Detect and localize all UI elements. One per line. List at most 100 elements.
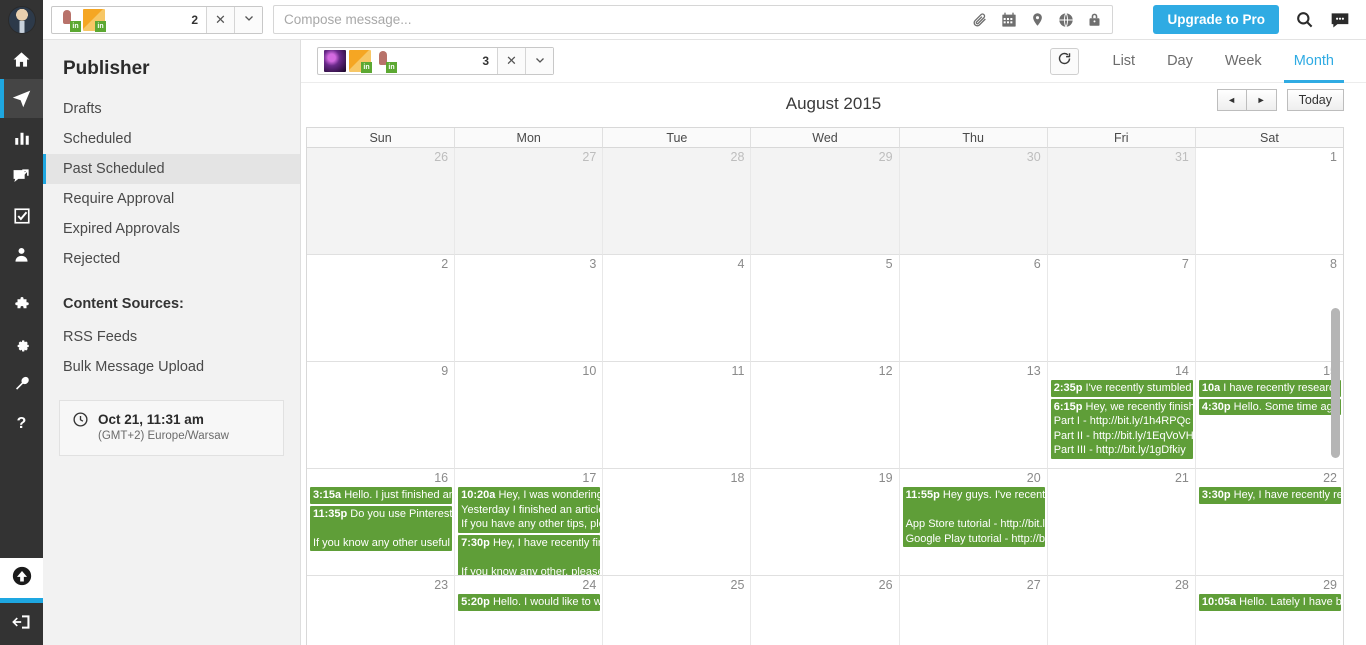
calendar-day-cell[interactable]: 27 xyxy=(899,576,1048,645)
calendar-event[interactable]: 5:20p Hello. I would like to wri xyxy=(458,594,601,611)
calendar-event[interactable]: 6:15p Hey, we recently finishe Part I - … xyxy=(1050,398,1193,459)
calendar-day-cell[interactable]: 16 3:15a Hello. I just finished an a 11:35… xyxy=(307,469,456,576)
calendar-day-cell[interactable]: 1510a I have recently researched4:30p He… xyxy=(1195,362,1343,469)
calendar-day-cell[interactable]: 1 xyxy=(1195,148,1343,255)
calendar-day-cell[interactable]: 7 xyxy=(1047,255,1196,362)
rail-item-analytics[interactable] xyxy=(0,118,43,157)
compose-input[interactable] xyxy=(274,12,972,27)
calendar-day-cell[interactable]: 5 xyxy=(751,255,900,362)
attachment-icon[interactable] xyxy=(972,12,988,28)
calendar-day-cell[interactable]: 29 xyxy=(751,148,900,255)
topbar-profile-clear-button[interactable]: ✕ xyxy=(206,6,234,33)
calendar-event[interactable]: 10:20a Hey, I was wondering. Yesterday I… xyxy=(458,487,601,533)
calendar-day-cell[interactable]: 17 10:20a Hey, I was wondering. Yesterday… xyxy=(455,469,604,576)
calendar-day-cell[interactable]: 3 xyxy=(455,255,604,362)
tab-list[interactable]: List xyxy=(1097,40,1152,83)
calendar-scrollbar-thumb[interactable] xyxy=(1331,308,1340,458)
tab-day[interactable]: Day xyxy=(1151,40,1209,83)
upgrade-to-pro-button[interactable]: Upgrade to Pro xyxy=(1153,5,1279,34)
sidebar-item-bulk-message-upload[interactable]: Bulk Message Upload xyxy=(43,352,300,382)
calendar-day-cell[interactable]: 9 xyxy=(307,362,456,469)
calendar-day-cell[interactable]: 19 xyxy=(751,469,900,576)
topbar-profile-dropdown-button[interactable] xyxy=(234,6,262,33)
calendar-day-number: 29 xyxy=(878,150,893,164)
rail-item-logout[interactable] xyxy=(0,603,43,645)
user-avatar[interactable] xyxy=(0,0,43,40)
sidebar-item-rejected[interactable]: Rejected xyxy=(43,244,300,274)
page-title: Publisher xyxy=(63,58,150,79)
calendar-day-cell[interactable]: 26 xyxy=(751,576,900,645)
calendar-day-cell[interactable]: 10 xyxy=(455,362,604,469)
calendar-event[interactable]: 11:55p Hey guys. I've recently App Store… xyxy=(902,487,1045,547)
sidebar-item-rss-feeds[interactable]: RSS Feeds xyxy=(43,322,300,352)
calendar-prev-button[interactable]: ◄ xyxy=(1216,89,1247,111)
calendar-profile-dropdown-button[interactable] xyxy=(525,48,553,74)
rail-item-publisher[interactable] xyxy=(0,79,43,118)
topbar-profile-selector[interactable]: in in 2 ✕ xyxy=(51,5,263,34)
calendar-day-cell[interactable]: 21 xyxy=(1047,469,1196,576)
calendar-event[interactable]: 4:30p Hello. Some time ago I h xyxy=(1198,398,1341,415)
calendar-event[interactable]: 3:30p Hey, I have recently rese xyxy=(1198,487,1341,504)
calendar-day-cell[interactable]: 25 xyxy=(603,576,752,645)
rail-item-engage[interactable] xyxy=(0,157,43,196)
calendar-icon[interactable] xyxy=(1001,12,1017,28)
calendar-day-cell[interactable]: 11 xyxy=(603,362,752,469)
calendar-day-cell[interactable]: 28 xyxy=(603,148,752,255)
calendar-day-cell[interactable]: 26 xyxy=(307,148,456,255)
calendar-profile-clear-button[interactable]: ✕ xyxy=(497,48,525,74)
calendar-day-cell[interactable]: 31 xyxy=(1047,148,1196,255)
sidebar-item-drafts[interactable]: Drafts xyxy=(43,94,300,124)
calendar-event[interactable]: 2:35p I've recently stumbled u xyxy=(1050,380,1193,397)
left-icon-rail: ? xyxy=(0,0,43,645)
calendar-day-cell[interactable]: 30 xyxy=(899,148,1048,255)
refresh-button[interactable] xyxy=(1049,47,1079,75)
location-pin-icon[interactable] xyxy=(1030,12,1045,27)
calendar-event[interactable]: 7:30p Hey, I have recently finis If you … xyxy=(458,534,601,575)
calendar-day-cell[interactable]: 4 xyxy=(603,255,752,362)
rail-item-tools[interactable] xyxy=(0,364,43,403)
rail-item-contacts[interactable] xyxy=(0,235,43,274)
timezone-box[interactable]: Oct 21, 11:31 am (GMT+2) Europe/Warsaw xyxy=(59,400,284,456)
rail-item-help[interactable]: ? xyxy=(0,403,43,442)
calendar-day-cell[interactable]: 2 xyxy=(307,255,456,362)
calendar-day-cell[interactable]: 8 xyxy=(1195,255,1343,362)
calendar-day-cell[interactable]: 22 3:30p Hey, I have recently rese xyxy=(1195,469,1343,576)
calendar-day-cell[interactable]: 14 2:35p I've recently stumbled u 6:15p He… xyxy=(1047,362,1196,469)
calendar-day-cell[interactable]: 23 xyxy=(307,576,456,645)
rail-item-upgrade[interactable] xyxy=(0,558,43,598)
calendar-day-cell[interactable]: 12 xyxy=(751,362,900,469)
calendar-event[interactable]: 10:05a Hello. Lately I have bee xyxy=(1198,594,1341,611)
tab-month[interactable]: Month xyxy=(1278,40,1350,83)
tab-week[interactable]: Week xyxy=(1209,40,1278,83)
calendar-event[interactable]: 3:15a Hello. I just finished an a xyxy=(310,487,453,504)
calendar-day-cell[interactable]: 27 xyxy=(455,148,604,255)
calendar-day-cell[interactable]: 28 xyxy=(1047,576,1196,645)
calendar-day-cell[interactable]: 29 10:05a Hello. Lately I have bee xyxy=(1195,576,1343,645)
calendar-day-cell[interactable]: 13 xyxy=(899,362,1048,469)
rail-item-apps[interactable] xyxy=(0,286,43,325)
calendar-profile-selector[interactable]: in in 3 ✕ xyxy=(317,47,554,75)
chat-icon[interactable] xyxy=(1330,10,1350,30)
calendar-day-cell[interactable]: 18 xyxy=(603,469,752,576)
svg-text:?: ? xyxy=(17,415,27,432)
lock-icon[interactable] xyxy=(1087,12,1102,27)
compose-message-box[interactable] xyxy=(273,5,1113,34)
sidebar-item-past-scheduled[interactable]: Past Scheduled xyxy=(43,154,300,184)
profile-badge-space xyxy=(324,50,346,72)
search-icon[interactable] xyxy=(1295,10,1314,29)
calendar-day-cell[interactable]: 6 xyxy=(899,255,1048,362)
rail-item-settings[interactable] xyxy=(0,325,43,364)
rail-item-home[interactable] xyxy=(0,40,43,79)
calendar-today-button[interactable]: Today xyxy=(1286,89,1344,111)
calendar-day-cell[interactable]: 24 5:20p Hello. I would like to wri xyxy=(455,576,604,645)
calendar-event[interactable]: 10a I have recently researched xyxy=(1198,380,1341,397)
calendar-event[interactable]: 11:35p Do you use Pinterest fo If you kn… xyxy=(310,505,453,551)
rail-item-tasks[interactable] xyxy=(0,196,43,235)
calendar-day-cell[interactable]: 20 11:55p Hey guys. I've recently App Sto… xyxy=(899,469,1048,576)
calendar-event-text: Hello. I just finished an a xyxy=(341,489,453,501)
sidebar-item-scheduled[interactable]: Scheduled xyxy=(43,124,300,154)
calendar-next-button[interactable]: ► xyxy=(1246,89,1277,111)
globe-icon[interactable] xyxy=(1058,12,1074,28)
sidebar-item-require-approval[interactable]: Require Approval xyxy=(43,184,300,214)
sidebar-item-expired-approvals[interactable]: Expired Approvals xyxy=(43,214,300,244)
